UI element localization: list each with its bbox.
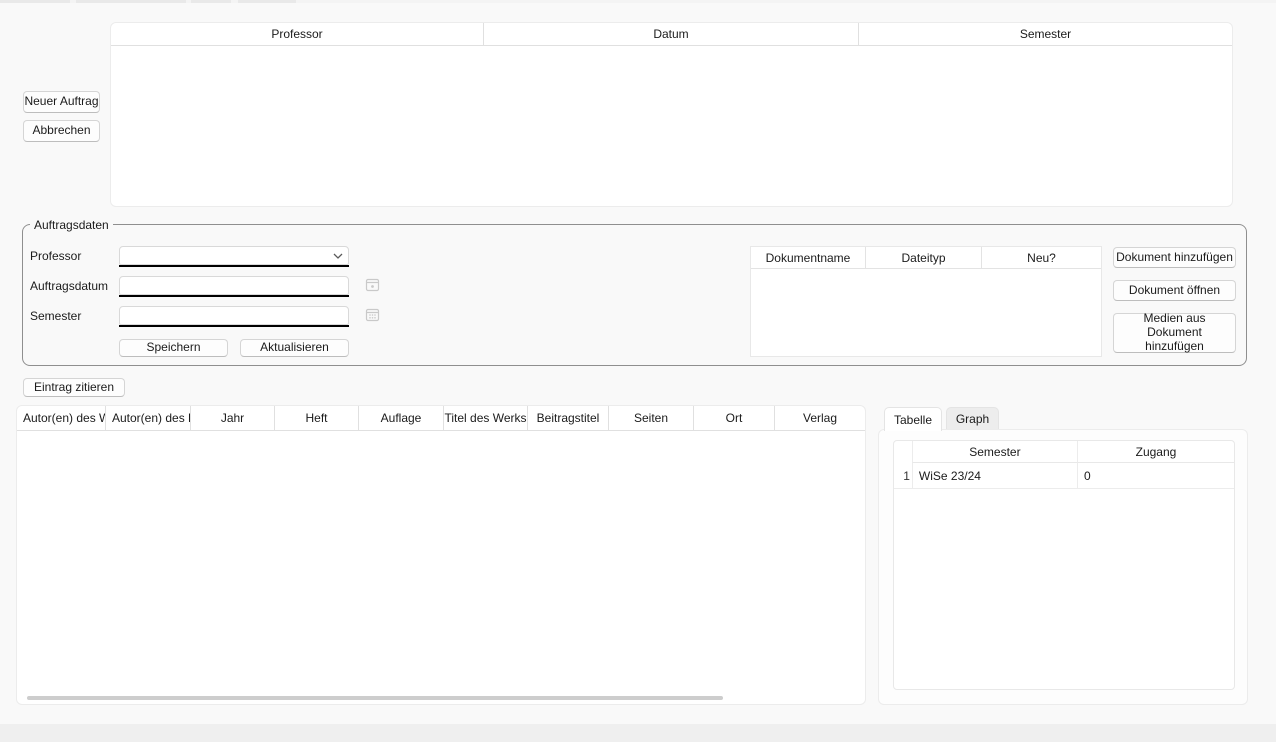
top-edge-segment xyxy=(191,0,231,3)
professor-combobox[interactable] xyxy=(119,246,349,265)
documents-column-filetype[interactable]: Dateityp xyxy=(866,247,982,268)
tab-graph[interactable]: Graph xyxy=(946,407,999,429)
stats-column-zugang[interactable]: Zugang xyxy=(1078,441,1234,463)
calendar-icon[interactable] xyxy=(365,277,380,292)
entries-column-issue[interactable]: Heft xyxy=(275,406,359,430)
chevron-down-icon xyxy=(332,250,344,262)
add-media-from-document-button[interactable]: Medien aus Dokument hinzufügen xyxy=(1113,313,1236,353)
entries-column-publisher[interactable]: Verlag xyxy=(775,406,865,430)
stats-row-index: 1 xyxy=(894,463,912,488)
orders-column-datum[interactable]: Datum xyxy=(484,23,859,45)
entries-column-work-title[interactable]: Titel des Werks xyxy=(444,406,528,430)
professor-label: Professor xyxy=(30,249,81,263)
top-edge-strip xyxy=(0,0,1276,3)
horizontal-scrollbar[interactable] xyxy=(27,696,723,700)
top-edge-segment xyxy=(76,0,186,3)
bottom-edge-strip xyxy=(0,724,1276,742)
cancel-button[interactable]: Abbrechen xyxy=(23,120,100,142)
stats-row-zugang: 0 xyxy=(1078,463,1234,488)
documents-column-name[interactable]: Dokumentname xyxy=(751,247,866,268)
semester-label: Semester xyxy=(30,309,81,323)
entries-table-header: Autor(en) des Werks Autor(en) des Beitra… xyxy=(17,406,865,431)
documents-table-body[interactable] xyxy=(751,269,1101,356)
orders-table-header: Professor Datum Semester xyxy=(111,23,1232,46)
open-document-button[interactable]: Dokument öffnen xyxy=(1113,280,1236,301)
tab-tabelle[interactable]: Tabelle xyxy=(884,407,942,431)
refresh-button[interactable]: Aktualisieren xyxy=(240,339,349,357)
stats-row-1[interactable]: 1 WiSe 23/24 0 xyxy=(894,463,1234,489)
entries-column-edition[interactable]: Auflage xyxy=(359,406,444,430)
entries-column-work-authors[interactable]: Autor(en) des Werks xyxy=(17,406,106,430)
entries-table-body[interactable] xyxy=(17,431,865,691)
semester-field-underline xyxy=(119,325,349,327)
professor-field-underline xyxy=(119,265,349,267)
stats-table: Semester Zugang 1 WiSe 23/24 0 xyxy=(893,440,1235,690)
entries-table: Autor(en) des Werks Autor(en) des Beitra… xyxy=(16,405,866,705)
entries-column-place[interactable]: Ort xyxy=(694,406,775,430)
documents-table: Dokumentname Dateityp Neu? xyxy=(750,246,1102,357)
entries-column-year[interactable]: Jahr xyxy=(191,406,275,430)
order-date-label: Auftragsdatum xyxy=(30,279,108,293)
entries-column-pages[interactable]: Seiten xyxy=(609,406,694,430)
entries-column-contribution-authors[interactable]: Autor(en) des Beitrags xyxy=(106,406,191,430)
stats-row-semester: WiSe 23/24 xyxy=(912,463,1078,488)
documents-table-header: Dokumentname Dateityp Neu? xyxy=(751,247,1101,269)
entries-column-contribution-title[interactable]: Beitragstitel xyxy=(528,406,609,430)
orders-table: Professor Datum Semester xyxy=(110,22,1233,207)
orders-table-body[interactable] xyxy=(111,46,1232,206)
orders-column-professor[interactable]: Professor xyxy=(111,23,484,45)
documents-column-new[interactable]: Neu? xyxy=(982,247,1101,268)
stats-column-semester[interactable]: Semester xyxy=(912,441,1078,463)
order-data-legend: Auftragsdaten xyxy=(30,218,113,232)
order-date-input[interactable] xyxy=(119,276,349,295)
calendar-icon[interactable] xyxy=(365,307,380,322)
stats-table-header: Semester Zugang xyxy=(894,441,1234,463)
orders-column-semester[interactable]: Semester xyxy=(859,23,1232,45)
add-document-button[interactable]: Dokument hinzufügen xyxy=(1113,247,1236,268)
top-edge-segment xyxy=(0,0,70,3)
order-date-field-underline xyxy=(119,295,349,297)
new-order-button[interactable]: Neuer Auftrag xyxy=(23,91,100,113)
save-button[interactable]: Speichern xyxy=(119,339,228,357)
top-edge-segment xyxy=(238,0,296,3)
cite-entry-button[interactable]: Eintrag zitieren xyxy=(23,378,125,397)
semester-input[interactable] xyxy=(119,306,349,325)
stats-index-header xyxy=(894,441,912,463)
